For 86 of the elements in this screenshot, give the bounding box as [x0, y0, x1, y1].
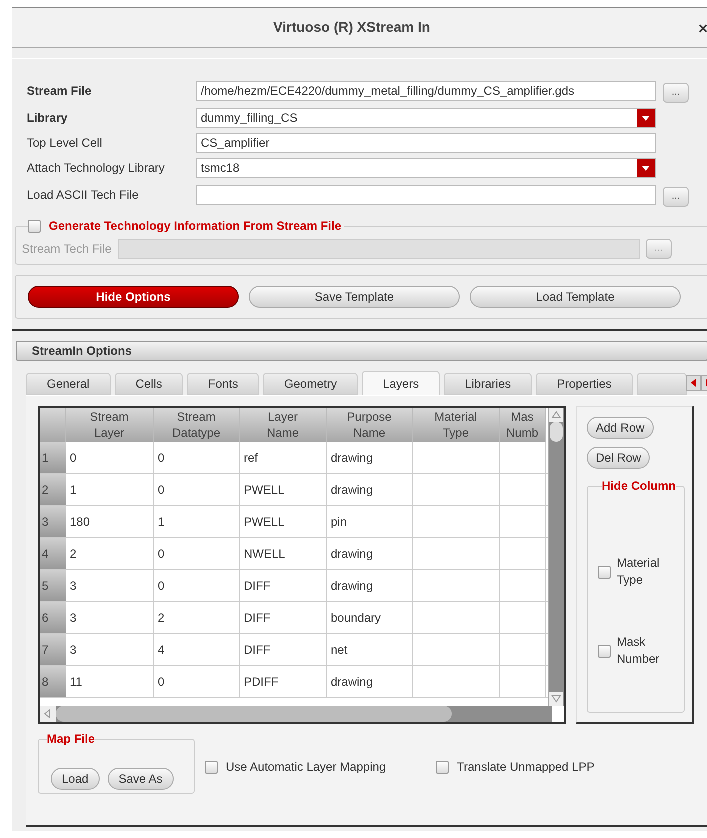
field-value: tsmc18 [201, 160, 240, 177]
button[interactable]: Add Row [587, 417, 654, 439]
row-number[interactable]: 5 [40, 570, 66, 601]
checkbox-label: Material Type [617, 555, 660, 589]
column-header[interactable]: Stream Datatype [154, 408, 240, 442]
table-cell: DIFF [240, 570, 327, 601]
browse-button[interactable]: ... [663, 187, 689, 207]
tab[interactable]: Layers [362, 371, 440, 395]
table-cell: DIFF [240, 602, 327, 633]
tab[interactable]: Properties [536, 373, 633, 395]
table-cell: 0 [154, 538, 240, 569]
table-cell: PWELL [240, 506, 327, 537]
table-cell: 0 [154, 474, 240, 505]
field-value: CS_amplifier [201, 135, 270, 152]
table-cell: ref [240, 442, 327, 473]
table-cell: 0 [154, 570, 240, 601]
row-number[interactable]: 6 [40, 602, 66, 633]
button[interactable]: Load Template [470, 286, 681, 308]
table-cell: DIFF [240, 634, 327, 665]
table-cell: drawing [327, 666, 413, 697]
checkbox-label: Mask Number [617, 634, 660, 668]
row-number[interactable]: 2 [40, 474, 66, 505]
table-cell: 0 [66, 442, 154, 473]
field-label: Library [27, 110, 69, 127]
tab[interactable]: General [26, 373, 111, 395]
checkbox-label: Use Automatic Layer Mapping [226, 759, 386, 776]
browse-button[interactable]: ... [663, 83, 689, 103]
field-label: Load ASCII Tech File [27, 187, 140, 204]
table-cell: 11 [66, 666, 154, 697]
table-cell: drawing [327, 538, 413, 569]
table-cell: 3 [66, 602, 154, 633]
window-title: Virtuoso (R) XStream In [274, 18, 432, 37]
field-label: Top Level Cell [27, 135, 104, 152]
table-cell: pin [327, 506, 413, 537]
close-button[interactable]: × [698, 18, 707, 42]
table-cell: 4 [154, 634, 240, 665]
column-header[interactable]: Stream Layer [66, 408, 154, 442]
table-cell: 180 [66, 506, 154, 537]
field-value: dummy_filling_CS [201, 110, 298, 127]
input-field[interactable]: CS_amplifier [196, 133, 656, 153]
group-title: Map File [47, 731, 96, 748]
tab[interactable]: Fonts [187, 373, 260, 395]
table-cell: 0 [154, 442, 240, 473]
row-number[interactable]: 1 [40, 442, 66, 473]
row-number[interactable]: 8 [40, 666, 66, 697]
field-label: Stream File [27, 83, 93, 100]
table-cell: drawing [327, 474, 413, 505]
table-cell: 2 [154, 602, 240, 633]
primary-button[interactable]: Hide Options [28, 286, 239, 308]
column-header[interactable]: Material Type [413, 408, 500, 442]
field-label: Attach Technology Library [27, 160, 166, 177]
table-cell: 2 [66, 538, 154, 569]
table-cell: PWELL [240, 474, 327, 505]
table-cell: 0 [154, 666, 240, 697]
tab[interactable]: Geometry [263, 373, 358, 395]
table-cell: 1 [154, 506, 240, 537]
dropdown[interactable]: tsmc18 [196, 158, 656, 178]
tab[interactable]: Cells [114, 373, 184, 395]
table-cell: 1 [66, 474, 154, 505]
dropdown[interactable]: dummy_filling_CS [196, 108, 656, 128]
column-header[interactable]: Purpose Name [327, 408, 413, 442]
button[interactable]: Save As [108, 768, 174, 790]
row-number[interactable]: 3 [40, 506, 66, 537]
section-title: StreamIn Options [32, 343, 132, 360]
field-value: /home/hezm/ECE4220/dummy_metal_filling/dummy_CS_amplifier.gds [201, 83, 574, 100]
table-cell: boundary [327, 602, 413, 633]
input-field[interactable]: /home/hezm/ECE4220/dummy_metal_filling/dummy_CS_amplifier.gds [196, 81, 656, 101]
group-title: Hide Column [602, 478, 676, 495]
button[interactable]: Save Template [249, 286, 460, 308]
field-label: Stream Tech File [22, 241, 112, 258]
table-cell: drawing [327, 570, 413, 601]
table-cell: net [327, 634, 413, 665]
table-cell: PDIFF [240, 666, 327, 697]
row-number[interactable]: 7 [40, 634, 66, 665]
table-cell: 3 [66, 570, 154, 601]
group-title: Generate Technology Information From Stream File [49, 218, 342, 235]
table-cell: 3 [66, 634, 154, 665]
table-cell: drawing [327, 442, 413, 473]
button[interactable]: Load [51, 768, 100, 790]
table-cell: NWELL [240, 538, 327, 569]
tab[interactable]: Libraries [444, 373, 532, 395]
column-header[interactable]: Layer Name [240, 408, 327, 442]
button[interactable]: Del Row [587, 447, 650, 469]
column-header[interactable]: Mas Numb [500, 408, 546, 442]
row-number[interactable]: 4 [40, 538, 66, 569]
checkbox-label: Translate Unmapped LPP [457, 759, 595, 776]
